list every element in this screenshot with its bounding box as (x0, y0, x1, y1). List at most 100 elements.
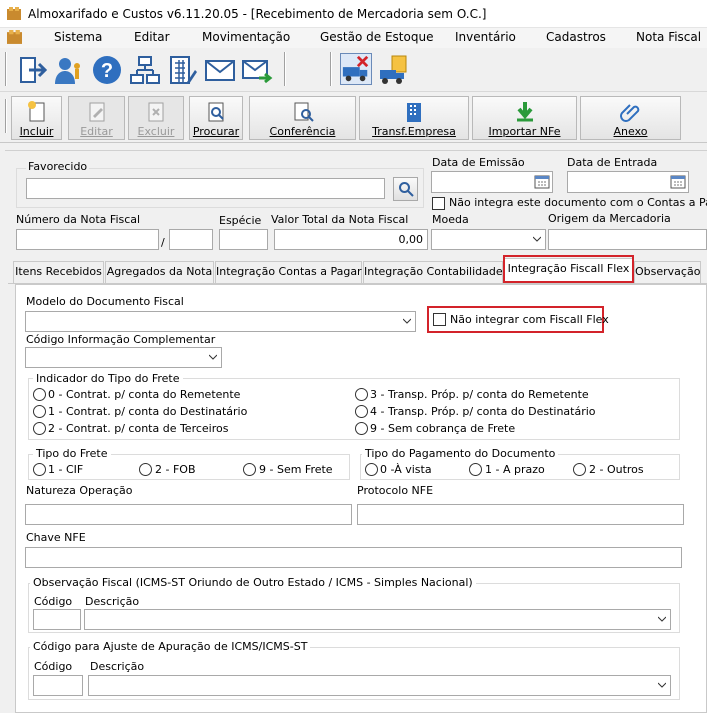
data-emissao-label: Data de Emissão (432, 156, 525, 169)
users-icon[interactable] (52, 53, 84, 85)
favorecido-search-button[interactable] (393, 177, 418, 201)
cod-info-select[interactable] (25, 347, 222, 368)
natureza-input[interactable] (25, 504, 352, 525)
pagamento-radio-outros[interactable] (573, 463, 586, 476)
tipo-frete-radio-sem[interactable] (243, 463, 256, 476)
tipo-frete-radio-cif[interactable] (33, 463, 46, 476)
incluir-button[interactable]: Incluir (11, 96, 62, 140)
modelo-label: Modelo do Documento Fiscal (26, 295, 184, 308)
calendar-icon[interactable] (670, 174, 686, 189)
procurar-button[interactable]: Procurar (189, 96, 243, 140)
send-mail-icon[interactable] (240, 53, 273, 85)
tipo-frete-option-cif: 1 - CIF (48, 463, 84, 476)
ajuste-codigo-label: Código (34, 660, 73, 673)
menu-gestao-estoque[interactable]: Gestão de Estoque (320, 30, 433, 44)
app-menu-icon[interactable] (7, 30, 22, 45)
moeda-select[interactable] (431, 229, 546, 250)
favorecido-input[interactable] (26, 178, 385, 199)
menu-editar[interactable]: Editar (134, 30, 170, 44)
frete-option-4: 4 - Transp. Próp. p/ conta do Destinatár… (370, 405, 596, 418)
excluir-button[interactable]: Excluir (128, 96, 184, 140)
tipo-pagamento-title: Tipo do Pagamento do Documento (362, 447, 559, 460)
importar-nfe-button[interactable]: Importar NFe (472, 96, 577, 140)
pagamento-radio-vista[interactable] (365, 463, 378, 476)
tab-itens-recebidos[interactable]: Itens Recebidos (13, 261, 104, 283)
valor-total-label: Valor Total da Nota Fiscal (271, 213, 409, 226)
frete-radio-2[interactable] (33, 422, 46, 435)
paperclip-icon (619, 104, 639, 122)
ajuste-descricao-label: Descrição (90, 660, 145, 673)
menu-bar: Sistema Editar Movimentação Gestão de Es… (0, 28, 707, 48)
moeda-label: Moeda (432, 213, 469, 226)
frete-radio-4[interactable] (355, 405, 368, 418)
procurar-label: Procurar (192, 125, 240, 138)
truck-cancel-icon[interactable] (340, 53, 372, 85)
conferencia-button[interactable]: Conferência (249, 96, 356, 140)
pagamento-option-vista: 0 -À vista (380, 463, 432, 476)
delete-document-icon (148, 102, 164, 122)
icon-toolbar: ? (0, 48, 707, 92)
calendar-icon[interactable] (534, 174, 550, 189)
title-bar: Almoxarifado e Custos v6.11.20.05 - [Rec… (0, 0, 707, 28)
nao-integrar-fiscall-checkbox[interactable] (433, 313, 446, 326)
especie-input[interactable] (219, 229, 268, 250)
modelo-select[interactable] (25, 311, 416, 332)
pagamento-option-outros: 2 - Outros (589, 463, 644, 476)
data-entrada-input[interactable] (567, 171, 689, 193)
frete-radio-1[interactable] (33, 405, 46, 418)
numero-nf-input[interactable] (16, 229, 159, 250)
tab-observacao[interactable]: Observação (634, 261, 701, 283)
check-document-icon (294, 102, 314, 122)
anexo-button[interactable]: Anexo (580, 96, 681, 140)
valor-total-input[interactable]: 0,00 (274, 229, 428, 250)
frete-indicator-title: Indicador do Tipo do Frete (33, 372, 183, 385)
chave-nfe-input[interactable] (25, 547, 682, 568)
building-icon (407, 103, 421, 122)
mail-icon[interactable] (203, 53, 235, 85)
frete-option-0: 0 - Contrat. p/ conta do Remetente (48, 388, 241, 401)
tab-integracao-contas-pagar[interactable]: Integração Contas a Pagar (215, 261, 362, 283)
pagamento-radio-prazo[interactable] (469, 463, 482, 476)
frete-radio-3[interactable] (355, 388, 368, 401)
data-emissao-input[interactable] (431, 171, 553, 193)
menu-inventario[interactable]: Inventário (455, 30, 516, 44)
toolbar-separator (284, 52, 286, 86)
menu-movimentacao[interactable]: Movimentação (202, 30, 290, 44)
tipo-frete-radio-fob[interactable] (139, 463, 152, 476)
help-icon[interactable]: ? (90, 53, 122, 85)
ajuste-descricao-select[interactable] (88, 675, 671, 696)
editar-button[interactable]: Editar (68, 96, 125, 140)
protocolo-input[interactable] (357, 504, 684, 525)
download-icon (516, 102, 533, 122)
menu-sistema[interactable]: Sistema (54, 30, 102, 44)
serie-nf-input[interactable] (169, 229, 213, 250)
natureza-label: Natureza Operação (26, 484, 133, 497)
truck-docs-icon[interactable] (377, 53, 409, 85)
pagamento-option-prazo: 1 - A prazo (485, 463, 545, 476)
excluir-label: Excluir (137, 125, 175, 138)
obs-descricao-select[interactable] (84, 609, 671, 630)
tab-agregados-nota[interactable]: Agregados da Nota (105, 261, 214, 283)
nao-integra-contas-pagar-checkbox[interactable] (432, 197, 445, 210)
frete-radio-0[interactable] (33, 388, 46, 401)
importar-nfe-label: Importar NFe (488, 125, 561, 138)
org-chart-icon[interactable] (128, 53, 160, 85)
transf-empresa-button[interactable]: Transf.Empresa (359, 96, 469, 140)
obs-codigo-input[interactable] (33, 609, 81, 630)
tipo-frete-option-fob: 2 - FOB (155, 463, 196, 476)
calculator-icon[interactable] (166, 53, 198, 85)
exit-icon[interactable] (16, 53, 48, 85)
origem-input[interactable] (548, 229, 707, 250)
frete-option-1: 1 - Contrat. p/ conta do Destinatário (48, 405, 248, 418)
menu-nota-fiscal[interactable]: Nota Fiscal (636, 30, 701, 44)
menu-cadastros[interactable]: Cadastros (546, 30, 606, 44)
nao-integra-contas-pagar-label: Não integra este documento com o Contas … (449, 196, 707, 209)
obs-descricao-label: Descrição (85, 595, 140, 608)
conferencia-label: Conferência (269, 125, 336, 138)
incluir-label: Incluir (19, 125, 54, 138)
ajuste-codigo-input[interactable] (33, 675, 83, 696)
form-top-divider (5, 150, 707, 151)
frete-radio-9[interactable] (355, 422, 368, 435)
window-title: Almoxarifado e Custos v6.11.20.05 - [Rec… (28, 7, 487, 21)
tab-integracao-contabilidade[interactable]: Integração Contabilidade (363, 261, 503, 283)
